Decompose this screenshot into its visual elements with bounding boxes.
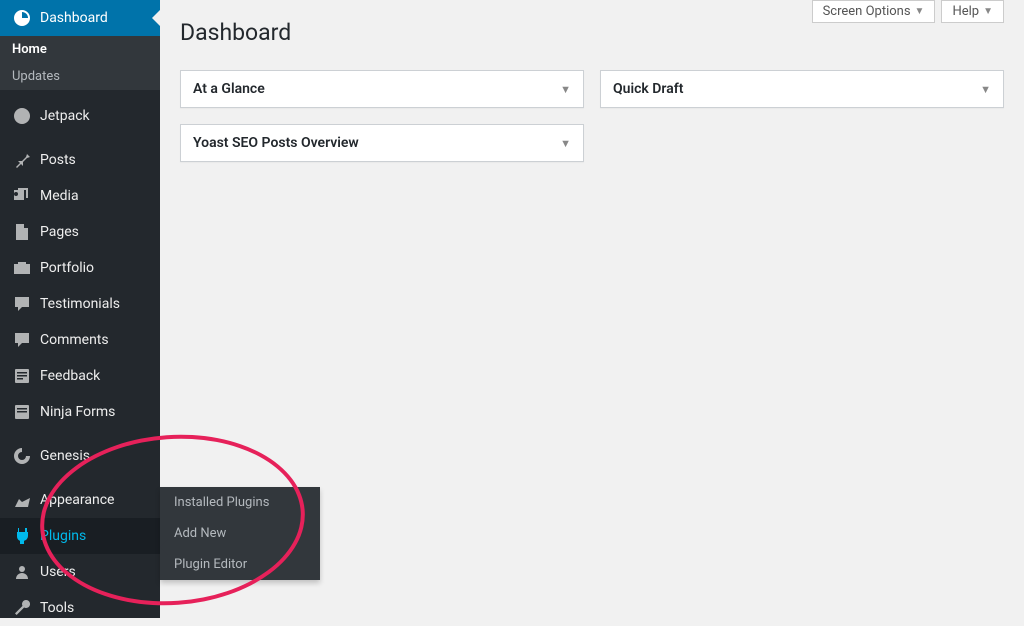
screen-options-button[interactable]: Screen Options ▼ <box>812 0 936 23</box>
widget-title: Quick Draft <box>613 81 683 97</box>
help-button[interactable]: Help ▼ <box>941 0 1004 23</box>
sidebar-item-posts[interactable]: Posts <box>0 142 160 178</box>
sidebar-item-ninja-forms[interactable]: Ninja Forms <box>0 394 160 430</box>
sidebar-item-label: Feedback <box>40 368 100 384</box>
chevron-down-icon: ▼ <box>983 6 993 17</box>
sidebar-item-label: Posts <box>40 152 76 168</box>
widget-yoast-seo: Yoast SEO Posts Overview ▼ <box>180 124 584 162</box>
widget-col-1: At a Glance ▼ Yoast SEO Posts Overview ▼ <box>180 70 584 162</box>
page-icon <box>12 222 32 242</box>
sidebar-item-comments[interactable]: Comments <box>0 322 160 358</box>
genesis-icon <box>12 446 32 466</box>
sidebar-item-dashboard[interactable]: Dashboard <box>0 0 160 36</box>
dashboard-widgets: At a Glance ▼ Yoast SEO Posts Overview ▼… <box>180 70 1004 162</box>
chevron-down-icon: ▼ <box>560 83 571 96</box>
admin-sidebar: Dashboard Home Updates Jetpack Posts Med… <box>0 0 160 618</box>
testimonials-icon <box>12 294 32 314</box>
sidebar-item-users[interactable]: Users <box>0 554 160 590</box>
flyout-installed-plugins[interactable]: Installed Plugins <box>160 487 320 518</box>
sidebar-item-appearance[interactable]: Appearance <box>0 482 160 518</box>
sidebar-item-testimonials[interactable]: Testimonials <box>0 286 160 322</box>
sidebar-item-label: Appearance <box>40 492 114 508</box>
sidebar-item-label: Comments <box>40 332 109 348</box>
sidebar-item-label: Jetpack <box>40 108 90 124</box>
dashboard-icon <box>12 8 32 28</box>
screen-options-label: Screen Options <box>823 4 911 19</box>
sidebar-item-media[interactable]: Media <box>0 178 160 214</box>
pin-icon <box>12 150 32 170</box>
widget-title: At a Glance <box>193 81 265 97</box>
flyout-plugin-editor[interactable]: Plugin Editor <box>160 549 320 580</box>
widget-header[interactable]: Yoast SEO Posts Overview ▼ <box>181 125 583 161</box>
sidebar-submenu-dashboard: Home Updates <box>0 36 160 90</box>
tools-icon <box>12 598 32 618</box>
sidebar-item-tools[interactable]: Tools <box>0 590 160 626</box>
ninja-forms-icon <box>12 402 32 422</box>
users-icon <box>12 562 32 582</box>
main-content: Screen Options ▼ Help ▼ Dashboard At a G… <box>160 0 1024 172</box>
sidebar-item-feedback[interactable]: Feedback <box>0 358 160 394</box>
plugins-icon <box>12 526 32 546</box>
widget-header[interactable]: At a Glance ▼ <box>181 71 583 107</box>
media-icon <box>12 186 32 206</box>
sidebar-item-label: Plugins <box>40 528 86 544</box>
sidebar-item-label: Ninja Forms <box>40 404 115 420</box>
chevron-down-icon: ▼ <box>915 6 925 17</box>
widget-header[interactable]: Quick Draft ▼ <box>601 71 1003 107</box>
sidebar-item-label: Portfolio <box>40 260 94 276</box>
comments-icon <box>12 330 32 350</box>
appearance-icon <box>12 490 32 510</box>
sidebar-item-genesis[interactable]: Genesis <box>0 438 160 474</box>
sidebar-item-label: Pages <box>40 224 79 240</box>
sidebar-item-portfolio[interactable]: Portfolio <box>0 250 160 286</box>
sidebar-item-pages[interactable]: Pages <box>0 214 160 250</box>
sidebar-item-label: Media <box>40 188 79 204</box>
chevron-down-icon: ▼ <box>560 137 571 150</box>
widget-col-2: Quick Draft ▼ <box>600 70 1004 162</box>
plugins-flyout-menu: Installed Plugins Add New Plugin Editor <box>160 487 320 580</box>
sidebar-item-label: Genesis <box>40 448 90 464</box>
sidebar-item-label: Dashboard <box>40 10 108 26</box>
chevron-down-icon: ▼ <box>980 83 991 96</box>
sidebar-item-label: Users <box>40 564 76 580</box>
portfolio-icon <box>12 258 32 278</box>
sidebar-item-jetpack[interactable]: Jetpack <box>0 98 160 134</box>
sidebar-item-plugins[interactable]: Plugins <box>0 518 160 554</box>
widget-quick-draft: Quick Draft ▼ <box>600 70 1004 108</box>
sidebar-sub-home[interactable]: Home <box>0 36 160 63</box>
widget-at-a-glance: At a Glance ▼ <box>180 70 584 108</box>
jetpack-icon <box>12 106 32 126</box>
widget-title: Yoast SEO Posts Overview <box>193 135 359 151</box>
sidebar-item-label: Tools <box>40 600 74 616</box>
top-buttons: Screen Options ▼ Help ▼ <box>812 0 1004 23</box>
sidebar-item-label: Testimonials <box>40 296 120 312</box>
flyout-add-new[interactable]: Add New <box>160 518 320 549</box>
sidebar-sub-updates[interactable]: Updates <box>0 63 160 90</box>
feedback-icon <box>12 366 32 386</box>
help-label: Help <box>952 4 979 19</box>
